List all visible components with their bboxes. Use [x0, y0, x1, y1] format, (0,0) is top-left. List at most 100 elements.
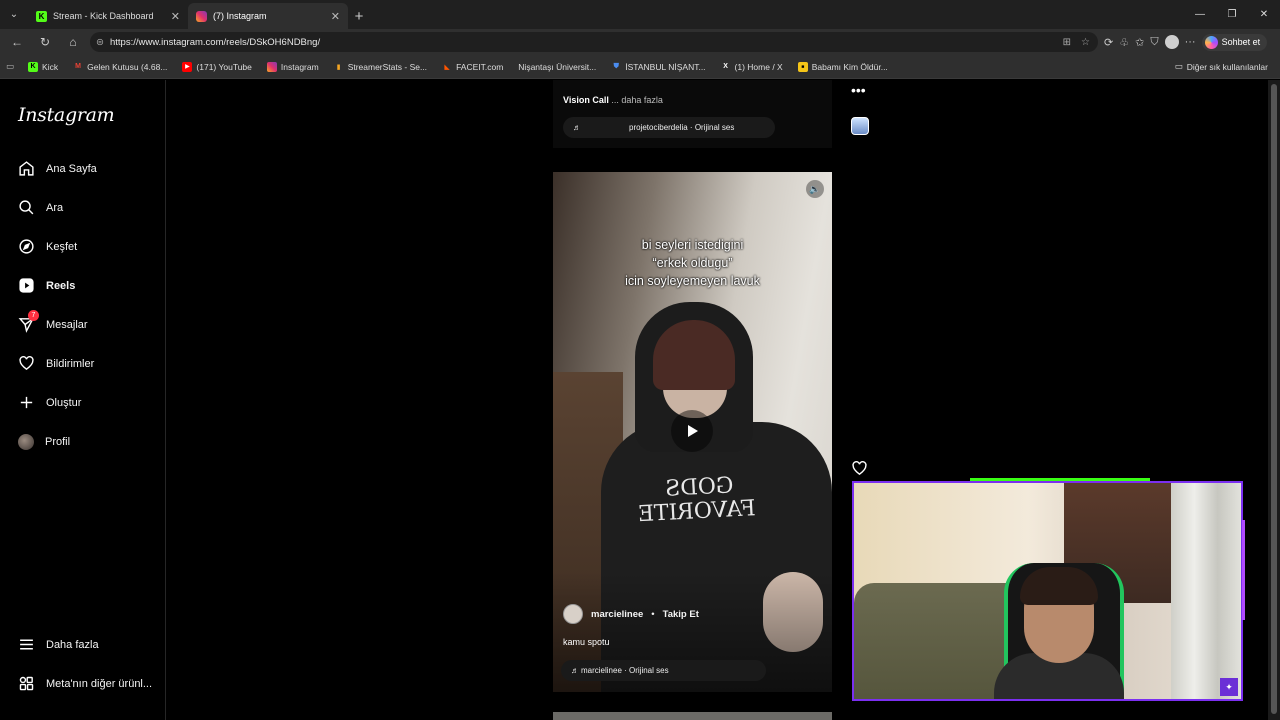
previous-reel-audio[interactable]: ♬ projetociberdelia · Orijinal ses: [563, 117, 775, 138]
sidebar-item-label: Profil: [45, 436, 71, 448]
tab-title: Stream - Kick Dashboard: [53, 11, 154, 21]
close-icon[interactable]: ✕: [171, 10, 180, 23]
imdb-icon: ■: [797, 61, 808, 72]
extensions-icon[interactable]: ⟳: [1104, 36, 1113, 49]
bookmark-label: İSTANBUL NİŞANT...: [625, 61, 706, 72]
music-note-icon: ♬: [571, 666, 579, 675]
reload-icon[interactable]: ↻: [34, 31, 56, 53]
bookmark-label: (171) YouTube: [196, 61, 252, 72]
caption-more-link[interactable]: ... daha fazla: [611, 95, 663, 105]
bookmark-kick[interactable]: K Kick: [28, 61, 59, 72]
more-options-icon[interactable]: ···: [1185, 36, 1196, 48]
avatar: [18, 434, 34, 450]
minimize-icon[interactable]: —: [1184, 0, 1216, 29]
browser-tab-bar: ⌄ K Stream - Kick Dashboard ✕ (7) Instag…: [0, 0, 1280, 29]
sidebar-item-label: Ana Sayfa: [46, 162, 97, 175]
like-button[interactable]: [851, 460, 868, 482]
bookmark-istanbul-nisantasi[interactable]: ⛊ İSTANBUL NİŞANT...: [611, 61, 706, 72]
sidebar-item-home[interactable]: Ana Sayfa: [18, 160, 97, 177]
volume-icon[interactable]: 🔈: [806, 180, 824, 198]
close-icon[interactable]: ✕: [331, 10, 340, 23]
copilot-label: Sohbet et: [1221, 37, 1261, 47]
bookmark-faceit[interactable]: ◣ FACEIT.com: [442, 62, 503, 72]
overlay-line: icin soyleyemeyen lavuk: [625, 274, 760, 288]
plus-icon: [20, 396, 33, 409]
favorite-star-icon[interactable]: ☆: [1081, 37, 1090, 48]
new-tab-button[interactable]: +: [348, 3, 370, 29]
follow-button[interactable]: Takip Et: [663, 609, 699, 620]
sidebar-item-create[interactable]: Oluştur: [18, 394, 81, 411]
bookmark-youtube[interactable]: ▶ (171) YouTube: [182, 61, 252, 72]
other-bookmarks[interactable]: ▭ Diğer sık kullanılanlar: [1175, 61, 1268, 72]
next-reel-preview[interactable]: [553, 712, 832, 720]
reel-author: marcielinee • Takip Et: [563, 604, 699, 624]
copilot-button[interactable]: Sohbet et: [1201, 33, 1268, 51]
reel-caption[interactable]: kamu spotu: [563, 637, 610, 647]
sidebar-item-search[interactable]: Ara: [18, 199, 63, 216]
sidebar-item-profile[interactable]: Profil: [18, 434, 70, 450]
tab-list-chevron-icon[interactable]: ⌄: [0, 0, 28, 29]
play-button[interactable]: [671, 410, 713, 452]
close-window-icon[interactable]: ✕: [1248, 0, 1280, 29]
scrollbar-thumb[interactable]: [1271, 84, 1277, 714]
address-toolbar: ← ↻ ⌂ ⊜ https://www.instagram.com/reels/…: [0, 29, 1280, 55]
compass-icon: [19, 239, 34, 254]
window-controls: — ❐ ✕: [1184, 0, 1280, 29]
site-info-icon[interactable]: ⊜: [96, 37, 104, 48]
page-scrollbar[interactable]: [1268, 80, 1280, 720]
avatar[interactable]: [563, 604, 583, 624]
sidebar-item-more[interactable]: Daha fazla: [18, 636, 99, 653]
browser-essentials-icon[interactable]: ⛉: [1150, 36, 1158, 49]
webcam-border-accent: [970, 478, 1150, 481]
webcam-frame-detail: [1171, 483, 1241, 699]
sidebar-item-messages[interactable]: 7 Mesajlar: [18, 310, 88, 333]
music-note-icon: ♬: [573, 123, 581, 132]
heart-icon: [19, 356, 34, 371]
faceit-icon: ◣: [444, 63, 450, 71]
bookmark-label: (1) Home / X: [734, 61, 783, 72]
video-frame-detail: [653, 320, 735, 390]
bookmark-streamerstats[interactable]: ▮ StreamerStats - Se...: [334, 62, 427, 72]
audio-thumbnail[interactable]: [851, 117, 869, 135]
gmail-icon: M: [75, 63, 82, 70]
instagram-icon: [266, 61, 277, 72]
more-options-icon[interactable]: •••: [851, 82, 866, 98]
sidebar-item-label: Mesajlar: [46, 318, 88, 331]
reels-icon: [19, 278, 34, 293]
instagram-icon: [196, 10, 207, 22]
sidebar-item-label: Keşfet: [46, 240, 78, 253]
instagram-page: Instagram Ana Sayfa Ara Keşfet Reels 7 M…: [0, 80, 1268, 720]
bookmark-label: Nişantaşı Üniversit...: [518, 61, 597, 72]
sidebar-item-label: Bildirimler: [46, 357, 95, 370]
folder-icon: ▭: [1174, 61, 1183, 71]
sidebar-item-reels[interactable]: Reels: [18, 277, 75, 294]
instagram-logo[interactable]: Instagram: [18, 104, 115, 126]
tab-instagram[interactable]: (7) Instagram ✕: [188, 3, 348, 29]
bookmark-x[interactable]: X (1) Home / X: [721, 62, 783, 72]
profile-avatar[interactable]: [1164, 35, 1179, 49]
home-icon[interactable]: ⌂: [62, 31, 84, 53]
sidebar-item-notifications[interactable]: Bildirimler: [18, 355, 94, 372]
bookmark-instagram[interactable]: Instagram: [266, 61, 319, 72]
search-icon: [19, 200, 34, 215]
bookmark-imdb[interactable]: ■ Babamı Kim Öldür...: [797, 61, 888, 72]
author-username[interactable]: marcielinee: [591, 609, 643, 620]
url-field[interactable]: ⊜ https://www.instagram.com/reels/DSkOH6…: [90, 32, 1098, 52]
reel-video[interactable]: GODS FAVORITE bi seyleri istedigini “erk…: [553, 172, 832, 692]
bookmark-gmail[interactable]: M Gelen Kutusu (4.68...: [73, 62, 167, 72]
reel-audio[interactable]: ♬ marcielinee · Orijinal ses: [561, 660, 766, 681]
app-available-icon[interactable]: ⊞: [1063, 37, 1071, 48]
bookmark-label: Kick: [42, 61, 59, 72]
tab-kick-dashboard[interactable]: K Stream - Kick Dashboard ✕: [28, 3, 188, 29]
back-icon[interactable]: ←: [6, 31, 28, 53]
bookmark-nisantasi[interactable]: Nişantaşı Üniversit...: [518, 62, 596, 72]
favorites-icon[interactable]: ✩: [1135, 36, 1144, 49]
sidebar-item-label: Daha fazla: [46, 638, 99, 651]
sidebar-item-meta-products[interactable]: Meta'nın diğer ürünl...: [18, 675, 152, 692]
bookmarks-bar: ▭ K Kick M Gelen Kutusu (4.68... ▶ (171) Yo…: [0, 55, 1280, 79]
sidebar-item-explore[interactable]: Keşfet: [18, 238, 77, 255]
tab-actions-icon[interactable]: ▭: [6, 61, 14, 72]
collections-icon[interactable]: ♧: [1119, 36, 1129, 49]
restore-icon[interactable]: ❐: [1216, 0, 1248, 29]
url-text: https://www.instagram.com/reels/DSkOH6ND…: [109, 36, 321, 48]
